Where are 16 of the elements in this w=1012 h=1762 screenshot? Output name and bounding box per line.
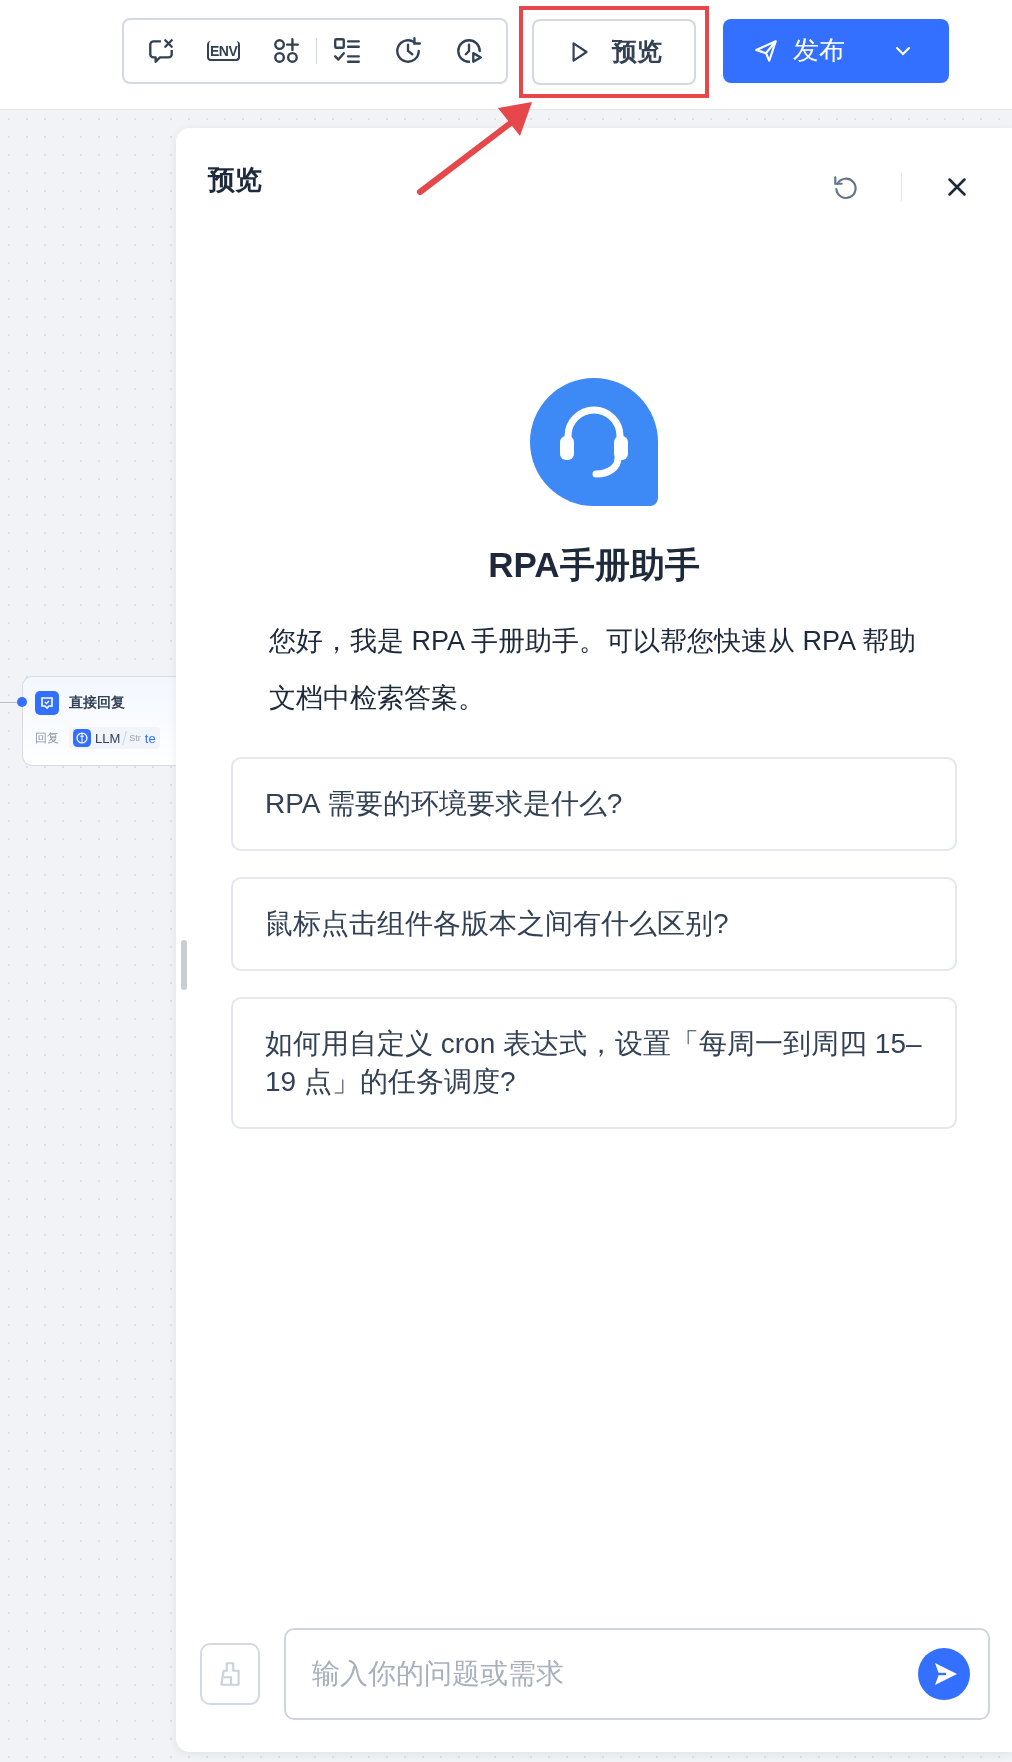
assistant-name: RPA手册助手 (488, 544, 700, 586)
suggested-question[interactable]: 鼠标点击组件各版本之间有什么区别? (231, 877, 957, 971)
publish-button[interactable]: 发布 (723, 18, 950, 83)
env-button[interactable]: ENV (207, 40, 241, 61)
message-input[interactable]: 输入你的问题或需求 (284, 1628, 990, 1720)
field-label: 回复 (35, 729, 59, 747)
source-name: LLM (95, 730, 121, 746)
node-card[interactable]: 直接回复 回复 LLM Str te (22, 676, 176, 766)
node-title: 直接回复 (69, 694, 125, 712)
type-tag: Str (129, 733, 141, 743)
suggested-question[interactable]: 如何用自定义 cron 表达式，设置「每周一到周四 15–19 点」的任务调度? (231, 997, 957, 1129)
suggested-question[interactable]: RPA 需要的环境要求是什么? (231, 757, 957, 851)
panel-title: 预览 (208, 164, 262, 197)
variable-name: te (144, 730, 156, 746)
greeting-text: 您好，我是 RPA 手册助手。可以帮您快速从 RPA 帮助文档中检索答案。 (269, 625, 918, 715)
preview-button[interactable]: 预览 (532, 18, 697, 85)
